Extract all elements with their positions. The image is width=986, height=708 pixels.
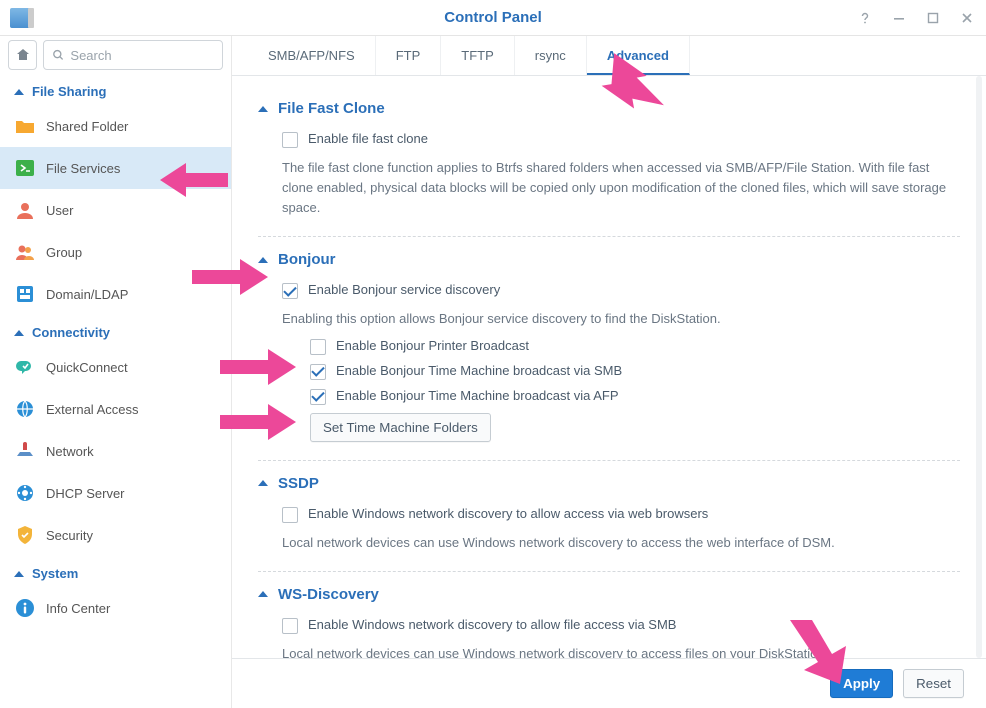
sidebar-item-label: Shared Folder <box>46 119 128 134</box>
sidebar-item-external-access[interactable]: External Access <box>0 388 231 430</box>
app-icon <box>10 8 30 28</box>
sidebar-item-label: Security <box>46 528 93 543</box>
checkbox-wsd[interactable] <box>282 618 298 634</box>
info-icon <box>14 597 36 619</box>
sidebar-item-domain-ldap[interactable]: Domain/LDAP <box>0 273 231 315</box>
quickconnect-icon <box>14 356 36 378</box>
scrollbar[interactable] <box>976 76 982 658</box>
sidebar-item-shared-folder[interactable]: Shared Folder <box>0 105 231 147</box>
checkbox-bonjour-tm-afp[interactable] <box>310 389 326 405</box>
section-file-fast-clone: File Fast Clone Enable file fast clone T… <box>258 86 960 237</box>
group-icon <box>14 241 36 263</box>
shield-icon <box>14 524 36 546</box>
window-title: Control Panel <box>0 9 986 26</box>
checkbox-label: Enable Bonjour Time Machine broadcast vi… <box>336 363 622 378</box>
tab-advanced[interactable]: Advanced <box>587 36 690 75</box>
sidebar-item-label: Group <box>46 245 82 260</box>
globe-icon <box>14 398 36 420</box>
section-toggle[interactable]: File Fast Clone <box>258 96 960 127</box>
content-area: File Fast Clone Enable file fast clone T… <box>232 76 986 658</box>
section-toggle[interactable]: Bonjour <box>258 247 960 278</box>
sidebar-item-label: Info Center <box>46 601 110 616</box>
sidebar-item-label: Network <box>46 444 94 459</box>
section-toggle[interactable]: WS-Discovery <box>258 582 960 613</box>
tab-rsync[interactable]: rsync <box>515 36 587 75</box>
tabs: SMB/AFP/NFS FTP TFTP rsync Advanced <box>232 36 986 76</box>
sidebar-item-quickconnect[interactable]: QuickConnect <box>0 346 231 388</box>
description: Local network devices can use Windows ne… <box>258 638 960 658</box>
description: Local network devices can use Windows ne… <box>258 527 960 557</box>
maximize-icon[interactable] <box>924 9 942 27</box>
sidebar: File Sharing Shared Folder File Services… <box>0 36 232 708</box>
close-icon[interactable] <box>958 9 976 27</box>
section-toggle[interactable]: SSDP <box>258 471 960 502</box>
checkbox-ssdp[interactable] <box>282 507 298 523</box>
checkbox-label: Enable file fast clone <box>308 131 428 146</box>
search-input[interactable] <box>70 48 214 63</box>
reset-button[interactable]: Reset <box>903 669 964 698</box>
sidebar-item-label: File Services <box>46 161 120 176</box>
title-bar: Control Panel <box>0 0 986 36</box>
folder-icon <box>14 115 36 137</box>
sidebar-item-label: External Access <box>46 402 139 417</box>
checkbox-label: Enable Bonjour Printer Broadcast <box>336 338 529 353</box>
section-connectivity[interactable]: Connectivity <box>0 315 231 346</box>
sidebar-item-security[interactable]: Security <box>0 514 231 556</box>
search-icon <box>52 48 64 62</box>
sidebar-item-group[interactable]: Group <box>0 231 231 273</box>
sidebar-item-label: Domain/LDAP <box>46 287 128 302</box>
domain-icon <box>14 283 36 305</box>
tab-smb-afp-nfs[interactable]: SMB/AFP/NFS <box>248 36 376 75</box>
network-icon <box>14 440 36 462</box>
help-icon[interactable] <box>856 9 874 27</box>
checkbox-bonjour-tm-smb[interactable] <box>310 364 326 380</box>
sidebar-item-network[interactable]: Network <box>0 430 231 472</box>
description: The file fast clone function applies to … <box>258 152 960 222</box>
user-icon <box>14 199 36 221</box>
set-time-machine-folders-button[interactable]: Set Time Machine Folders <box>310 413 491 442</box>
dhcp-icon <box>14 482 36 504</box>
section-ssdp: SSDP Enable Windows network discovery to… <box>258 461 960 572</box>
sidebar-item-info-center[interactable]: Info Center <box>0 587 231 629</box>
footer: Apply Reset <box>232 658 986 708</box>
home-button[interactable] <box>8 40 37 70</box>
checkbox-label: Enable Windows network discovery to allo… <box>308 506 708 521</box>
sidebar-item-file-services[interactable]: File Services <box>0 147 231 189</box>
section-bonjour: Bonjour Enable Bonjour service discovery… <box>258 237 960 460</box>
section-file-sharing[interactable]: File Sharing <box>0 74 231 105</box>
checkbox-label: Enable Bonjour Time Machine broadcast vi… <box>336 388 619 403</box>
file-services-icon <box>14 157 36 179</box>
minimize-icon[interactable] <box>890 9 908 27</box>
checkbox-label: Enable Bonjour service discovery <box>308 282 500 297</box>
tab-ftp[interactable]: FTP <box>376 36 442 75</box>
sidebar-item-dhcp-server[interactable]: DHCP Server <box>0 472 231 514</box>
apply-button[interactable]: Apply <box>830 669 893 698</box>
search-box[interactable] <box>43 40 223 70</box>
sidebar-item-label: DHCP Server <box>46 486 125 501</box>
checkbox-file-fast-clone[interactable] <box>282 132 298 148</box>
tab-tftp[interactable]: TFTP <box>441 36 515 75</box>
checkbox-bonjour-printer[interactable] <box>310 339 326 355</box>
checkbox-label: Enable Windows network discovery to allo… <box>308 617 676 632</box>
sidebar-item-user[interactable]: User <box>0 189 231 231</box>
checkbox-bonjour-discovery[interactable] <box>282 283 298 299</box>
section-ws-discovery: WS-Discovery Enable Windows network disc… <box>258 572 960 658</box>
sidebar-item-label: User <box>46 203 73 218</box>
description: Enabling this option allows Bonjour serv… <box>258 303 960 333</box>
section-system[interactable]: System <box>0 556 231 587</box>
sidebar-item-label: QuickConnect <box>46 360 128 375</box>
